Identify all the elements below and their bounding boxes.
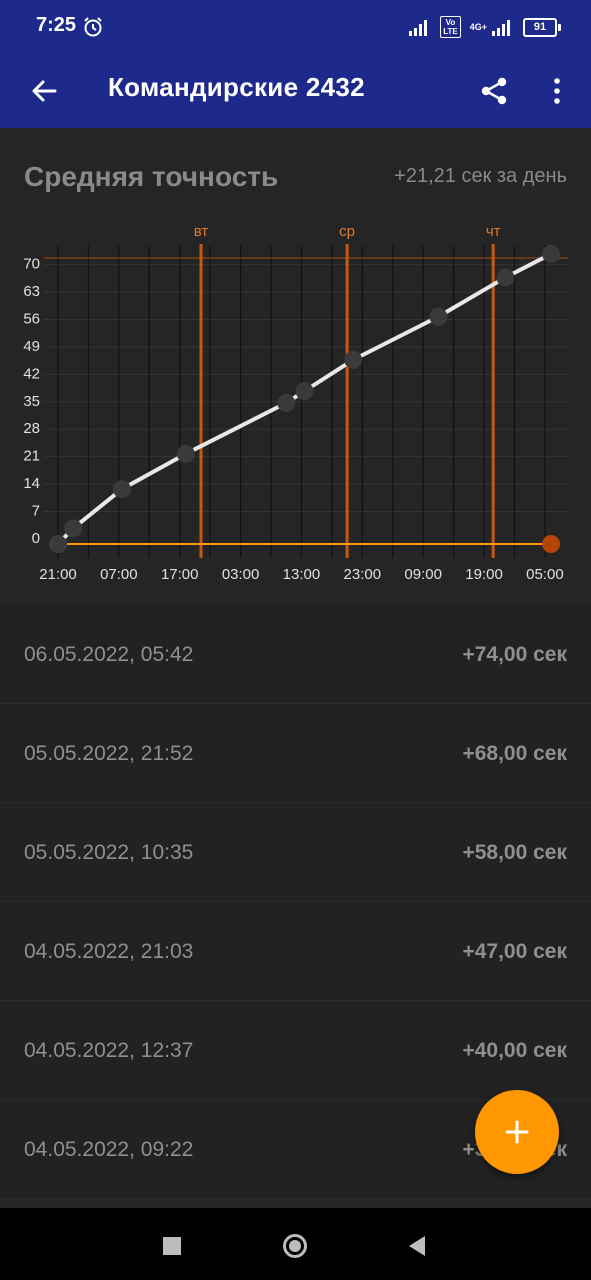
measurement-date: 04.05.2022, 21:03 bbox=[24, 940, 194, 963]
home-button[interactable] bbox=[273, 1224, 317, 1268]
more-options-button[interactable] bbox=[537, 69, 577, 113]
y-tick-label: 28 bbox=[23, 420, 40, 437]
battery-level: 91 bbox=[523, 17, 557, 37]
list-item[interactable]: 04.05.2022, 21:03 +47,00 сек bbox=[0, 902, 591, 1001]
y-tick-label: 42 bbox=[23, 365, 40, 382]
system-nav-bar bbox=[0, 1208, 591, 1280]
x-tick-label: 07:00 bbox=[100, 566, 138, 583]
data-point bbox=[49, 535, 67, 553]
x-tick-label: 21:00 bbox=[39, 566, 77, 583]
y-tick-label: 63 bbox=[23, 283, 40, 300]
accuracy-chart[interactable]: 0 7 14 21 28 35 42 49 56 63 70 21:00 07:00 17:00 03:00… bbox=[0, 128, 591, 605]
measurement-date: 06.05.2022, 05:42 bbox=[24, 643, 194, 666]
back-button[interactable] bbox=[22, 69, 66, 113]
measurement-value: +68,00 сек bbox=[462, 742, 567, 765]
list-item[interactable]: 05.05.2022, 21:52 +68,00 сек bbox=[0, 704, 591, 803]
circle-icon bbox=[283, 1234, 307, 1258]
add-measurement-button[interactable] bbox=[475, 1090, 559, 1174]
x-tick-label: 03:00 bbox=[222, 566, 260, 583]
day-label: чт bbox=[486, 223, 501, 240]
measurement-date: 05.05.2022, 21:52 bbox=[24, 742, 194, 765]
back-nav-button[interactable] bbox=[395, 1224, 439, 1268]
reference-point bbox=[542, 535, 560, 553]
arrow-left-icon bbox=[32, 80, 57, 102]
share-button[interactable] bbox=[472, 69, 516, 113]
accuracy-card: Средняя точность +21,21 сек за день 0 7 14… bbox=[0, 128, 591, 605]
y-tick-label: 70 bbox=[23, 256, 40, 273]
y-tick-label: 21 bbox=[23, 448, 40, 465]
list-item[interactable]: 04.05.2022, 12:37 +40,00 сек bbox=[0, 1001, 591, 1100]
data-point bbox=[64, 519, 83, 538]
data-point bbox=[542, 244, 560, 263]
y-tick-label: 35 bbox=[23, 393, 40, 410]
more-vert-icon bbox=[554, 78, 560, 104]
page-title: Командирские 2432 bbox=[108, 72, 365, 102]
x-tick-label: 05:00 bbox=[526, 566, 564, 583]
day-label: ср bbox=[339, 223, 355, 240]
share-icon bbox=[481, 77, 507, 105]
signal-icon bbox=[409, 20, 428, 36]
square-icon bbox=[163, 1237, 181, 1255]
y-tick-label: 56 bbox=[23, 310, 40, 327]
measurement-value: +40,00 сек bbox=[462, 1039, 567, 1062]
y-tick-label: 14 bbox=[23, 475, 40, 492]
list-item[interactable]: 05.05.2022, 10:35 +58,00 сек bbox=[0, 803, 591, 902]
list-item[interactable]: 06.05.2022, 05:42 +74,00 сек bbox=[0, 605, 591, 704]
data-point bbox=[295, 382, 314, 401]
x-tick-label: 17:00 bbox=[161, 566, 199, 583]
alarm-icon bbox=[84, 17, 102, 37]
data-point bbox=[429, 307, 448, 326]
measurement-value: +74,00 сек bbox=[462, 643, 567, 666]
x-tick-label: 09:00 bbox=[404, 566, 442, 583]
measurement-value: +58,00 сек bbox=[462, 841, 567, 864]
app-bar: Командирские 2432 bbox=[0, 55, 591, 128]
x-tick-label: 19:00 bbox=[465, 566, 503, 583]
y-tick-label: 0 bbox=[32, 530, 40, 547]
measurement-date: 05.05.2022, 10:35 bbox=[24, 841, 194, 864]
status-time: 7:25 bbox=[36, 14, 77, 36]
y-tick-label: 7 bbox=[32, 503, 40, 520]
data-point bbox=[277, 393, 296, 412]
recents-button[interactable] bbox=[150, 1224, 194, 1268]
day-label: вт bbox=[194, 223, 209, 240]
volte-badge: Vo LTE bbox=[440, 16, 461, 38]
x-tick-label: 23:00 bbox=[344, 566, 382, 583]
signal-icon-2 bbox=[492, 20, 510, 36]
data-point bbox=[176, 444, 195, 463]
x-tick-label: 13:00 bbox=[283, 566, 321, 583]
status-icons: Vo LTE 4G+ 91 bbox=[409, 14, 561, 40]
status-bar: 7:25 Vo LTE 4G+ 91 bbox=[0, 0, 591, 55]
y-tick-label: 49 bbox=[23, 338, 40, 355]
plus-icon bbox=[505, 1120, 529, 1144]
data-point bbox=[496, 268, 515, 287]
measurement-value: +47,00 сек bbox=[462, 940, 567, 963]
battery-icon: 91 bbox=[523, 17, 561, 37]
data-point bbox=[344, 350, 363, 369]
network-type: 4G+ bbox=[469, 22, 487, 32]
measurement-date: 04.05.2022, 09:22 bbox=[24, 1138, 194, 1161]
measurement-date: 04.05.2022, 12:37 bbox=[24, 1039, 194, 1062]
triangle-back-icon bbox=[409, 1236, 425, 1256]
data-point bbox=[112, 480, 131, 499]
